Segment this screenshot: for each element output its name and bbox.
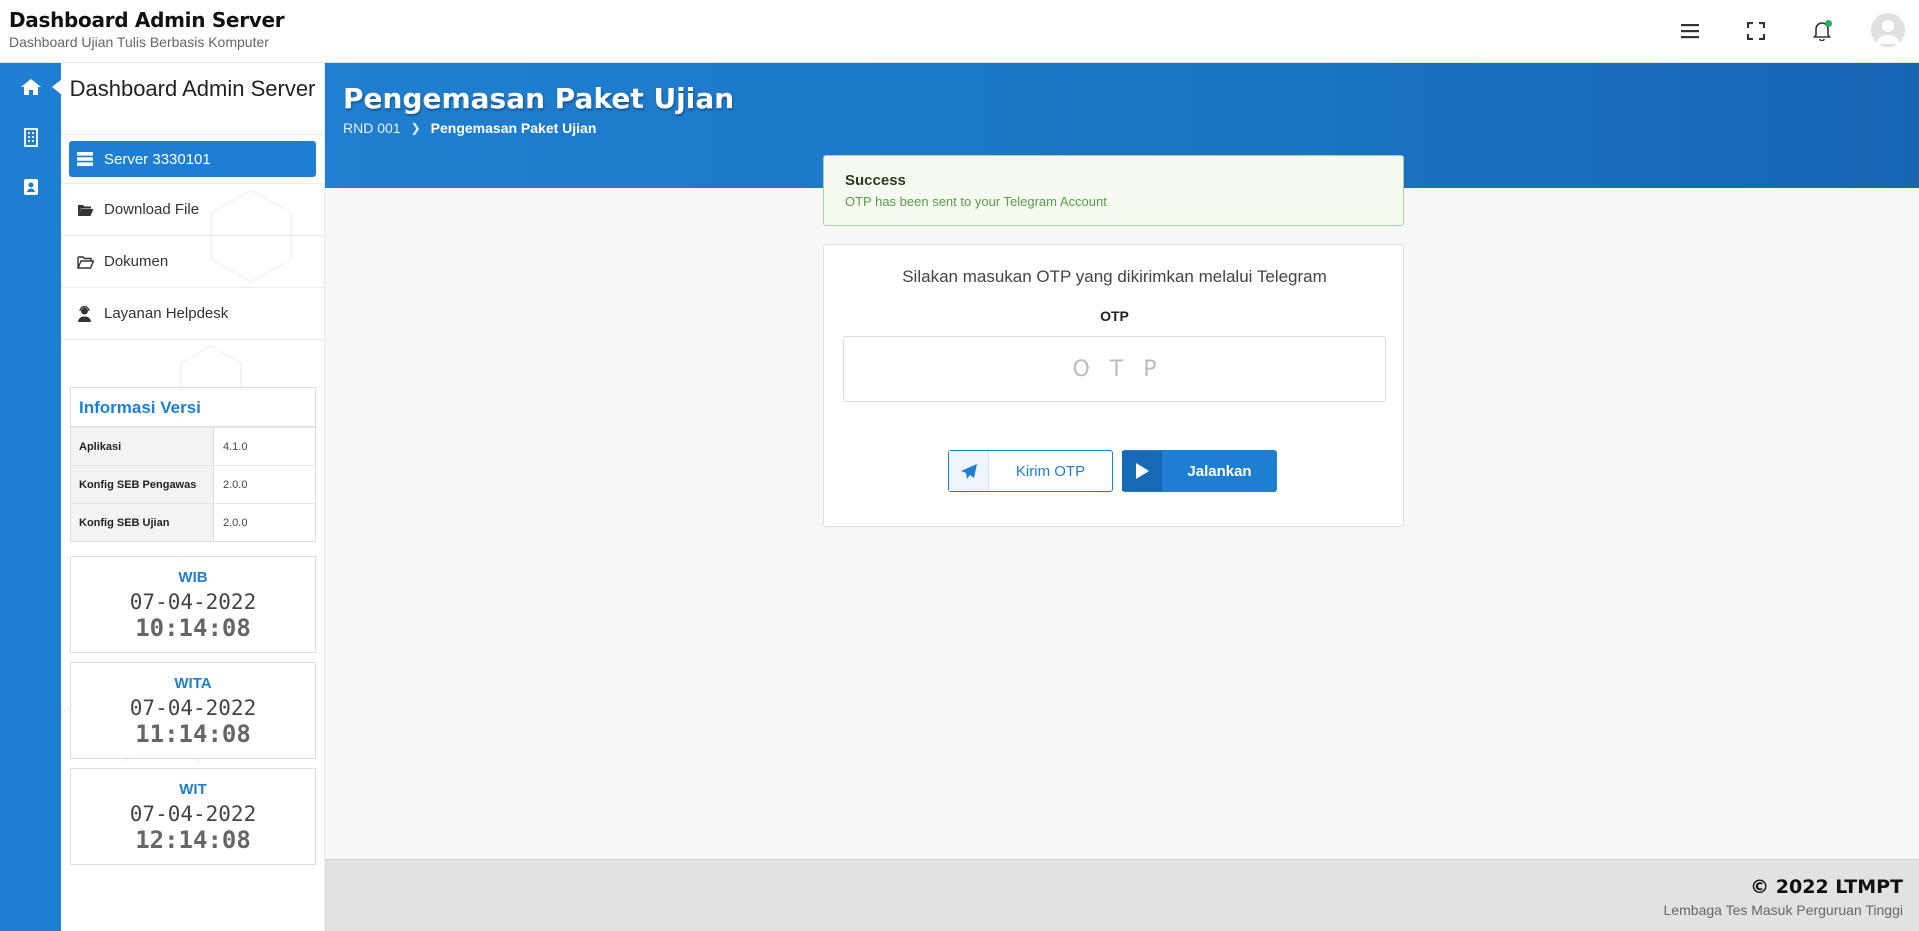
clock-time: 12:14:08 (135, 826, 251, 854)
otp-hint: Silakan masukan OTP yang dikirimkan mela… (902, 267, 1327, 286)
version-info-box: Informasi Versi Aplikasi 4.1.0 Konfig SE… (70, 387, 316, 542)
version-key: Konfig SEB Ujian (71, 504, 214, 541)
rail-item-contacts[interactable] (0, 167, 61, 207)
version-key: Aplikasi (71, 428, 214, 465)
clock-date: 07-04-2022 (129, 590, 257, 614)
building-icon (23, 127, 38, 147)
icon-rail (0, 63, 62, 931)
sidebar-item-label: Layanan Helpdesk (104, 305, 229, 322)
version-row: Aplikasi 4.1.0 (71, 427, 315, 465)
footer-organization: Lembaga Tes Masuk Perguruan Tinggi (1663, 902, 1903, 918)
clock-time: 11:14:08 (135, 720, 251, 748)
chevron-right-icon: ❯ (410, 121, 421, 135)
user-headset-icon (77, 305, 95, 323)
footer: © 2022 LTMPT Lembaga Tes Masuk Perguruan… (325, 859, 1919, 931)
otp-label: OTP (1100, 308, 1129, 324)
clock-zone: WITA (174, 675, 212, 692)
clock-date: 07-04-2022 (129, 696, 257, 720)
clock-zone: WIT (179, 781, 207, 798)
alert-message: OTP has been sent to your Telegram Accou… (845, 194, 1107, 209)
version-value: 4.1.0 (223, 440, 248, 453)
menu-toggle-button[interactable] (1676, 17, 1704, 45)
sidebar-item-dokumen[interactable]: Dokumen (61, 236, 324, 288)
app-subtitle: Dashboard Ujian Tulis Berbasis Komputer (9, 34, 269, 50)
notifications-button[interactable] (1808, 17, 1836, 45)
rail-item-home[interactable] (0, 67, 62, 107)
top-header: Dashboard Admin Server Dashboard Ujian T… (0, 0, 1919, 63)
clock-date: 07-04-2022 (129, 802, 257, 826)
clock-wita: WITA 07-04-2022 11:14:08 (70, 662, 316, 759)
breadcrumb-current: Pengemasan Paket Ujian (430, 120, 597, 136)
otp-card: Silakan masukan OTP yang dikirimkan mela… (823, 244, 1404, 527)
app-title: Dashboard Admin Server (9, 8, 285, 32)
otp-input[interactable] (843, 336, 1386, 402)
page-title: Pengemasan Paket Ujian (343, 82, 735, 115)
hamburger-icon (1681, 24, 1699, 39)
clock-zone: WIB (178, 569, 208, 586)
version-value: 2.0.0 (223, 516, 248, 529)
clock-wib: WIB 07-04-2022 10:14:08 (70, 556, 316, 653)
notification-dot (1825, 20, 1832, 27)
version-row: Konfig SEB Ujian 2.0.0 (71, 503, 315, 541)
paper-plane-icon (949, 451, 989, 491)
version-key: Konfig SEB Pengawas (71, 466, 214, 503)
user-avatar[interactable] (1871, 13, 1905, 47)
sidebar-item-label: Download File (104, 201, 200, 218)
server-icon (77, 150, 95, 168)
footer-copyright: © 2022 LTMPT (1750, 876, 1903, 898)
home-icon (20, 79, 41, 95)
sidebar-item-label: Server 3330101 (104, 150, 211, 168)
version-info-title: Informasi Versi (71, 388, 315, 427)
breadcrumb: RND 001 ❯ Pengemasan Paket Ujian (343, 120, 596, 136)
fullscreen-button[interactable] (1742, 17, 1770, 45)
play-icon (1122, 451, 1162, 491)
folder-outline-icon (77, 253, 95, 271)
send-otp-label: Kirim OTP (1015, 462, 1086, 480)
sidebar-item-helpdesk[interactable]: Layanan Helpdesk (61, 288, 324, 340)
sidebar-item-label: Dokumen (104, 253, 169, 270)
brand: Dashboard Admin Server Dashboard Ujian T… (9, 8, 285, 50)
clock-time: 10:14:08 (135, 614, 251, 642)
sidebar: Dashboard Admin Server Server 3330101 Do… (61, 63, 325, 931)
folder-open-icon (77, 201, 95, 219)
run-label: Jalankan (1187, 462, 1252, 480)
rail-item-building[interactable] (0, 117, 61, 157)
contact-book-icon (23, 179, 38, 195)
clock-wit: WIT 07-04-2022 12:14:08 (70, 768, 316, 865)
run-button[interactable]: Jalankan (1122, 450, 1277, 492)
user-icon (1876, 20, 1900, 44)
send-otp-button[interactable]: Kirim OTP (948, 450, 1113, 492)
fullscreen-icon (1747, 22, 1765, 40)
version-row: Konfig SEB Pengawas 2.0.0 (71, 465, 315, 503)
sidebar-item-server[interactable]: Server 3330101 (69, 141, 316, 177)
alert-title: Success (845, 172, 906, 189)
success-alert: Success OTP has been sent to your Telegr… (823, 155, 1404, 226)
sidebar-title: Dashboard Admin Server (61, 63, 324, 135)
breadcrumb-parent[interactable]: RND 001 (343, 120, 401, 136)
version-value: 2.0.0 (223, 478, 248, 491)
sidebar-item-download-file[interactable]: Download File (61, 184, 324, 236)
